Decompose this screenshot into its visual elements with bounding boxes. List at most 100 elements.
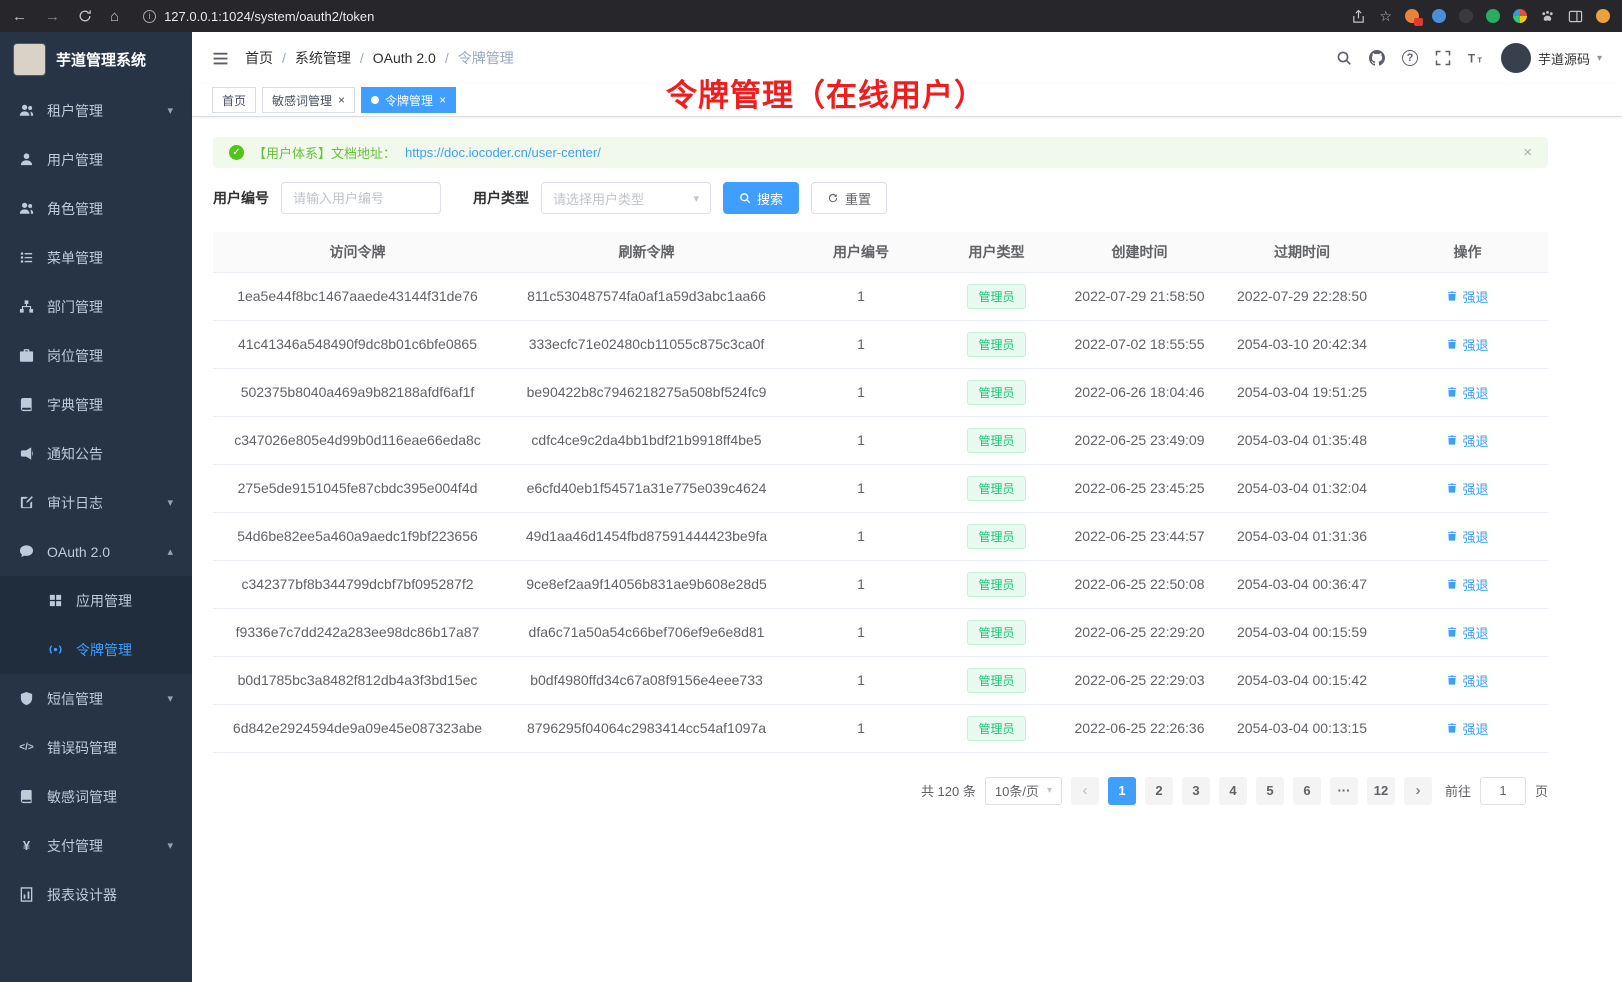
extension-blue-icon[interactable] <box>1432 9 1446 23</box>
sidebar-item-tenant[interactable]: 租户管理 ▾ <box>0 86 192 135</box>
force-logout-button[interactable]: 强退 <box>1446 671 1488 690</box>
sidebar-item-sms[interactable]: 短信管理 ▾ <box>0 674 192 723</box>
force-logout-button[interactable]: 强退 <box>1446 527 1488 546</box>
search-button[interactable]: 搜索 <box>723 182 799 214</box>
force-logout-button[interactable]: 强退 <box>1446 383 1488 402</box>
force-logout-button[interactable]: 强退 <box>1446 575 1488 594</box>
fullscreen-icon[interactable] <box>1435 50 1451 66</box>
refresh-token-cell: 8796295f04064c2983414cc54af1097a <box>502 704 791 752</box>
sidebar-item-sensitive[interactable]: 敏感词管理 <box>0 772 192 821</box>
user-type-badge: 管理员 <box>967 716 1025 741</box>
back-icon[interactable]: ← <box>12 8 27 25</box>
page-button-3[interactable]: 3 <box>1182 777 1210 805</box>
chevron-up-icon: ▴ <box>167 545 173 558</box>
user-menu[interactable]: 芋道源码 ▾ <box>1501 43 1602 73</box>
collapse-sidebar-icon[interactable] <box>212 50 229 67</box>
expire-time-cell: 2022-07-29 22:28:50 <box>1217 272 1387 320</box>
sidebar-item-oauth-app[interactable]: 应用管理 <box>0 576 192 625</box>
access-token-cell: 41c41346a548490f9dc8b01c6bfe0865 <box>213 320 502 368</box>
sidebar-item-role[interactable]: 角色管理 <box>0 184 192 233</box>
sidebar-item-pay[interactable]: ¥ 支付管理 ▾ <box>0 821 192 870</box>
extension-green-icon[interactable] <box>1486 9 1500 23</box>
force-logout-button[interactable]: 强退 <box>1446 719 1488 738</box>
site-info-icon[interactable]: i <box>143 10 156 23</box>
breadcrumb-system[interactable]: 系统管理 <box>295 48 351 68</box>
goto-page-input[interactable] <box>1480 777 1526 805</box>
table-row: f9336e7c7dd242a283ee98dc86b17a87 dfa6c71… <box>213 608 1548 656</box>
address-bar[interactable]: i 127.0.0.1:1024/system/oauth2/token <box>143 9 374 24</box>
sidebar-item-errcode[interactable]: </> 错误码管理 <box>0 723 192 772</box>
close-icon[interactable]: × <box>1523 144 1532 161</box>
force-logout-button[interactable]: 强退 <box>1446 335 1488 354</box>
github-icon[interactable] <box>1369 50 1385 66</box>
prev-page-button[interactable]: ‹ <box>1071 777 1099 805</box>
force-logout-button[interactable]: 强退 <box>1446 479 1488 498</box>
page-button-1[interactable]: 1 <box>1108 777 1136 805</box>
sidebar-item-dept[interactable]: 部门管理 <box>0 282 192 331</box>
sidebar: 芋道管理系统 租户管理 ▾ 用户管理 角色管理 菜单管理 部门管理 岗位管理 <box>0 32 192 982</box>
page-button-5[interactable]: 5 <box>1256 777 1284 805</box>
user-type-badge: 管理员 <box>967 572 1025 597</box>
force-logout-button[interactable]: 强退 <box>1446 623 1488 642</box>
reload-icon[interactable] <box>78 9 92 23</box>
sidebar-item-token[interactable]: 令牌管理 <box>0 625 192 674</box>
tab-token[interactable]: 令牌管理 × <box>361 87 456 113</box>
refresh-icon <box>827 192 839 204</box>
sidebar-item-notice[interactable]: 通知公告 <box>0 429 192 478</box>
total-count: 共 120 条 <box>921 781 976 800</box>
browser-profile-avatar[interactable] <box>1596 9 1610 23</box>
sidebar-item-audit-log[interactable]: 审计日志 ▾ <box>0 478 192 527</box>
breadcrumb-home[interactable]: 首页 <box>245 48 273 68</box>
chevron-down-icon: ▾ <box>693 192 699 205</box>
create-time-cell: 2022-06-25 22:26:36 <box>1062 704 1217 752</box>
sidebar-item-dict[interactable]: 字典管理 <box>0 380 192 429</box>
doc-link[interactable]: https://doc.iocoder.cn/user-center/ <box>405 145 601 160</box>
page-button-4[interactable]: 4 <box>1219 777 1247 805</box>
sidebar-item-label: 角色管理 <box>47 199 103 219</box>
extension-badge-icon[interactable] <box>1405 9 1419 23</box>
sidebar-item-label: 岗位管理 <box>47 346 103 366</box>
share-icon[interactable] <box>1351 9 1366 24</box>
expire-time-cell: 2054-03-04 00:15:59 <box>1217 608 1387 656</box>
page-button-12[interactable]: 12 <box>1367 777 1395 805</box>
font-size-icon[interactable]: TT <box>1468 50 1484 66</box>
sidebar-item-label: 审计日志 <box>47 493 103 513</box>
search-icon[interactable] <box>1336 50 1352 66</box>
paw-extension-icon[interactable] <box>1540 9 1555 24</box>
reset-button[interactable]: 重置 <box>811 182 887 214</box>
bookmark-star-icon[interactable]: ☆ <box>1379 8 1392 25</box>
tab-sensitive-words[interactable]: 敏感词管理 × <box>262 87 355 113</box>
sidebar-item-oauth2[interactable]: OAuth 2.0 ▴ <box>0 527 192 576</box>
page-button-2[interactable]: 2 <box>1145 777 1173 805</box>
close-icon[interactable]: × <box>338 94 345 106</box>
sidebar-item-report-designer[interactable]: 报表设计器 <box>0 870 192 919</box>
home-icon[interactable]: ⌂ <box>110 8 119 25</box>
app-logo-row[interactable]: 芋道管理系统 <box>0 32 192 86</box>
tab-home[interactable]: 首页 <box>212 87 256 113</box>
user-id-input[interactable] <box>281 182 441 214</box>
tab-label: 敏感词管理 <box>272 92 332 109</box>
access-token-cell: c342377bf8b344799dcbf7bf095287f2 <box>213 560 502 608</box>
forward-icon[interactable]: → <box>45 8 60 25</box>
sidebar-item-post[interactable]: 岗位管理 <box>0 331 192 380</box>
table-row: 275e5de9151045fe87cbdc395e004f4d e6cfd40… <box>213 464 1548 512</box>
more-pages-button[interactable]: ··· <box>1330 777 1358 805</box>
split-view-icon[interactable] <box>1568 9 1583 24</box>
goto-label: 前往 <box>1445 781 1471 800</box>
force-logout-button[interactable]: 强退 <box>1446 287 1488 306</box>
page-size-select[interactable]: 10条/页 ▾ <box>985 777 1062 805</box>
doc-alert: ✓ 【用户体系】文档地址： https://doc.iocoder.cn/use… <box>213 137 1548 168</box>
page-button-6[interactable]: 6 <box>1293 777 1321 805</box>
help-icon[interactable]: ? <box>1402 50 1418 66</box>
close-icon[interactable]: × <box>439 94 446 106</box>
sidebar-item-user[interactable]: 用户管理 <box>0 135 192 184</box>
adblock-icon[interactable] <box>1459 9 1473 23</box>
extensions-puzzle-icon[interactable] <box>1513 9 1527 23</box>
user-id-cell: 1 <box>791 368 931 416</box>
next-page-button[interactable]: › <box>1404 777 1432 805</box>
breadcrumb-oauth2[interactable]: OAuth 2.0 <box>373 50 436 66</box>
force-logout-button[interactable]: 强退 <box>1446 431 1488 450</box>
user-type-select[interactable]: 请选择用户类型 ▾ <box>541 182 711 214</box>
sidebar-item-menu[interactable]: 菜单管理 <box>0 233 192 282</box>
table-header-row: 访问令牌 刷新令牌 用户编号 用户类型 创建时间 过期时间 操作 <box>213 232 1548 272</box>
